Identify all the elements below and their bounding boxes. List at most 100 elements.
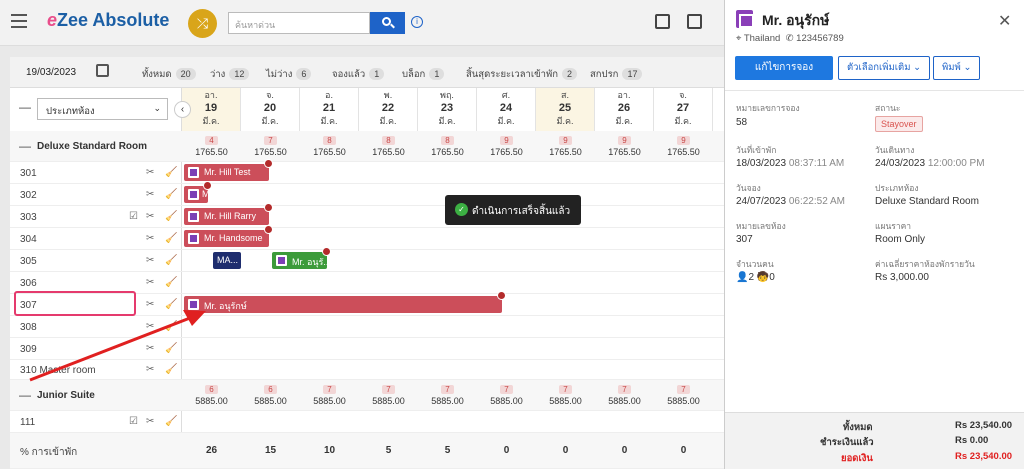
housekeeping-icon[interactable]: ✂ (146, 416, 154, 427)
rate-cell[interactable]: 8 1765.50 (300, 135, 359, 157)
divider (725, 90, 1024, 91)
field-label: ค่าเฉลี่ยราคาห้องพักรายวัน (875, 259, 975, 269)
dirty-icon[interactable]: 🧹 (165, 167, 177, 178)
info-icon[interactable]: i (411, 16, 423, 28)
room-type-title: Junior Suite (37, 390, 95, 401)
chevron-left-icon[interactable]: ‹ (174, 101, 191, 118)
date-picker-icon[interactable] (96, 64, 109, 77)
search-input[interactable]: ค้นหาด่วน (228, 12, 370, 34)
day-header: ศ. 24 มี.ค. (477, 88, 536, 131)
rate-cell[interactable]: 7 5885.00 (477, 384, 536, 406)
room-type-select[interactable]: ประเภทห้อง ⌄ (37, 98, 168, 120)
menu-icon[interactable] (11, 14, 27, 28)
rate-cell[interactable]: 9 1765.50 (536, 135, 595, 157)
booking-icon (188, 189, 199, 200)
rate-cell[interactable]: 9 1765.50 (595, 135, 654, 157)
booking-bar[interactable]: M (184, 181, 212, 203)
rate-cell[interactable]: 7 5885.00 (654, 384, 713, 406)
dirty-icon[interactable]: 🧹 (165, 189, 177, 200)
dirty-icon[interactable]: 🧹 (165, 321, 177, 332)
day-header: พ. 22 มี.ค. (359, 88, 418, 131)
housekeeping-icon[interactable]: ✂ (146, 211, 154, 222)
stat-due-out[interactable]: สิ้นสุดระยะเวลาเข้าพัก 2 (466, 67, 577, 82)
housekeeping-icon[interactable]: ✂ (146, 364, 154, 375)
balance-value: Rs 23,540.00 (955, 451, 1013, 462)
housekeeping-icon[interactable]: ✂ (146, 189, 154, 200)
housekeeping-icon[interactable]: ✂ (146, 299, 154, 310)
day-header: จ. 27 มี.ค. (654, 88, 713, 131)
housekeeping-icon[interactable]: ✂ (146, 321, 154, 332)
dirty-icon[interactable]: 🧹 (165, 364, 177, 375)
room-number: 306 (20, 278, 37, 289)
booking-number: 58 (736, 117, 748, 128)
occupancy-cell: 26 (205, 445, 218, 456)
housekeeping-icon[interactable]: ✂ (146, 255, 154, 266)
rate-cell[interactable]: 7 1765.50 (241, 135, 300, 157)
rate-cell[interactable]: 7 5885.00 (536, 384, 595, 406)
stat-dirty[interactable]: สกปรก 17 (590, 67, 643, 82)
field-label: หมายเลขห้อง (736, 221, 786, 231)
dirty-icon[interactable]: 🧹 (165, 255, 177, 266)
booking-bar[interactable]: MA... (213, 252, 241, 269)
room-row: 310 Master room ✂ 🧹 (10, 360, 724, 380)
room-number: 304 (20, 234, 37, 245)
calendar-add-icon[interactable] (655, 14, 670, 29)
collapse-icon[interactable]: — (19, 139, 31, 153)
rate-cell[interactable]: 7 5885.00 (359, 384, 418, 406)
rate-cell[interactable]: 8 1765.50 (418, 135, 477, 157)
collapse-all-icon[interactable]: — (19, 100, 31, 114)
success-toast: ✓ ดำเนินการเสร็จสิ้นแล้ว (445, 195, 581, 225)
close-icon[interactable]: ✕ (998, 11, 1011, 31)
rate-cell[interactable]: 9 1765.50 (654, 135, 713, 157)
field-label: วันเดินทาง (875, 145, 915, 155)
edit-booking-button[interactable]: แก้ไขการจอง (735, 56, 833, 80)
room-number: 301 (20, 168, 37, 179)
rate-cell[interactable]: 4 1765.50 (182, 135, 241, 157)
dirty-icon[interactable]: 🧹 (165, 416, 177, 427)
chevron-down-icon: ⌄ (153, 103, 161, 113)
print-button[interactable]: พิมพ์ ⌄ (933, 56, 981, 80)
highlight-box (14, 291, 136, 316)
housekeeping-icon[interactable]: ✂ (146, 343, 154, 354)
occupancy-cell: 0 (621, 445, 628, 456)
rate-cell[interactable]: 7 5885.00 (300, 384, 359, 406)
rate-cell[interactable]: 6 5885.00 (182, 384, 241, 406)
paid-value: Rs 0.00 (955, 435, 989, 446)
stat-reserved[interactable]: จองแล้ว 1 (332, 67, 385, 82)
rate-cell[interactable]: 8 1765.50 (359, 135, 418, 157)
dirty-icon[interactable]: 🧹 (165, 343, 177, 354)
stat-occupied[interactable]: ไม่ว่าง 6 (266, 67, 312, 82)
booking-bar-selected[interactable]: Mr. อนุรักษ์ (184, 291, 506, 313)
checked-icon[interactable]: ☑ (129, 416, 138, 427)
dirty-icon[interactable]: 🧹 (165, 277, 177, 288)
search-button[interactable] (370, 12, 405, 34)
room-row: 303 ☑ ✂ 🧹 (10, 206, 724, 228)
current-date[interactable]: 19/03/2023 (26, 67, 76, 78)
occupancy-cell: 0 (562, 445, 569, 456)
booking-bar[interactable]: Mr. Handsome (184, 225, 273, 247)
dirty-icon[interactable]: 🧹 (165, 233, 177, 244)
booking-bar[interactable]: Mr. Hill Rarry (184, 203, 273, 225)
housekeeping-icon[interactable]: ✂ (146, 233, 154, 244)
housekeeping-icon[interactable]: ✂ (146, 277, 154, 288)
rate-cell[interactable]: 6 5885.00 (241, 384, 300, 406)
dirty-icon[interactable]: 🧹 (165, 299, 177, 310)
rate-cell[interactable]: 9 1765.50 (477, 135, 536, 157)
collapse-icon[interactable]: — (19, 388, 31, 402)
shuffle-icon[interactable]: ⤮ (188, 9, 217, 38)
occupancy-cell: 0 (680, 445, 687, 456)
chevron-down-icon: ⌄ (963, 62, 972, 73)
housekeeping-icon[interactable]: ✂ (146, 167, 154, 178)
booking-bar[interactable]: Mr. อนุรั... (272, 247, 331, 269)
rate-cell[interactable]: 7 5885.00 (595, 384, 654, 406)
totals-section: ทั้งหมด Rs 23,540.00 ชำระเงินแล้ว Rs 0.0… (725, 412, 1024, 469)
booking-bar[interactable]: Mr. Hill Test (184, 159, 273, 181)
rate-cell[interactable]: 7 5885.00 (418, 384, 477, 406)
stat-vacant[interactable]: ว่าง 12 (210, 67, 250, 82)
calendar-icon[interactable] (687, 14, 702, 29)
stat-all[interactable]: ทั้งหมด 20 (142, 67, 196, 82)
stat-blocked[interactable]: บล็อก 1 (402, 67, 445, 82)
checked-icon[interactable]: ☑ (129, 211, 138, 222)
more-options-button[interactable]: ตัวเลือกเพิ่มเติม ⌄ (838, 56, 931, 80)
dirty-icon[interactable]: 🧹 (165, 211, 177, 222)
